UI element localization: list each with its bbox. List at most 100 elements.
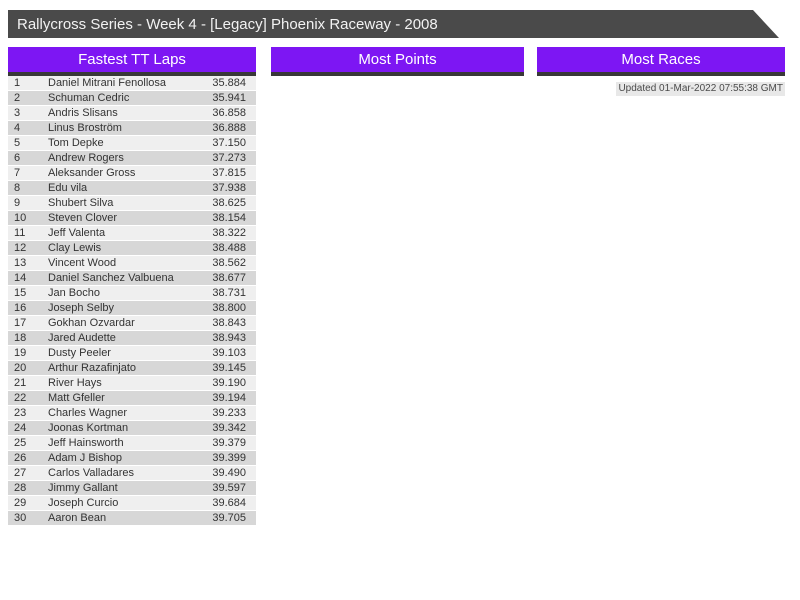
row-name: Tom Depke: [48, 137, 104, 149]
row-time: 39.190: [212, 377, 246, 389]
row-name: Matt Gfeller: [48, 392, 105, 404]
row-time: 37.273: [212, 152, 246, 164]
row-rank: 8: [14, 182, 21, 194]
row-time: 37.150: [212, 137, 246, 149]
row-rank: 17: [14, 317, 27, 329]
row-rank: 24: [14, 422, 27, 434]
row-time: 39.194: [212, 392, 246, 404]
table-row: 27 Carlos Valladares 39.490: [8, 466, 256, 481]
table-row: 14 Daniel Sanchez Valbuena 38.677: [8, 271, 256, 286]
table-row: 17 Gokhan Ozvardar 38.843: [8, 316, 256, 331]
table-row: 15 Jan Bocho 38.731: [8, 286, 256, 301]
tt-laps-table: 1 Daniel Mitrani Fenollosa 35.884 2 Schu…: [8, 76, 256, 526]
row-rank: 4: [14, 122, 21, 134]
row-time: 39.490: [212, 467, 246, 479]
row-rank: 29: [14, 497, 27, 509]
row-name: Gokhan Ozvardar: [48, 317, 135, 329]
row-rank: 9: [14, 197, 21, 209]
row-name: Dusty Peeler: [48, 347, 111, 359]
table-row: 4 Linus Broström 36.888: [8, 121, 256, 136]
row-name: Linus Broström: [48, 122, 122, 134]
row-rank: 1: [14, 77, 21, 89]
row-time: 39.233: [212, 407, 246, 419]
row-rank: 14: [14, 272, 27, 284]
row-time: 38.800: [212, 302, 246, 314]
table-row: 23 Charles Wagner 39.233: [8, 406, 256, 421]
row-rank: 28: [14, 482, 27, 494]
section-fastest-tt-laps: Fastest TT Laps 1 Daniel Mitrani Fenollo…: [8, 47, 256, 526]
row-name: Jeff Valenta: [48, 227, 106, 239]
row-rank: 25: [14, 437, 27, 449]
row-time: 39.705: [212, 512, 246, 524]
row-rank: 22: [14, 392, 27, 404]
row-time: 38.843: [212, 317, 246, 329]
row-time: 38.731: [212, 287, 246, 299]
table-row: 6 Andrew Rogers 37.273: [8, 151, 256, 166]
table-row: 29 Joseph Curcio 39.684: [8, 496, 256, 511]
row-time: 37.938: [212, 182, 246, 194]
row-name: Jimmy Gallant: [48, 482, 118, 494]
row-name: Steven Clover: [48, 212, 118, 224]
row-rank: 13: [14, 257, 27, 269]
row-name: Joseph Curcio: [48, 497, 119, 509]
table-row: 2 Schuman Cedric 35.941: [8, 91, 256, 106]
most-races-header-shadow: [537, 72, 785, 76]
row-name: Aleksander Gross: [48, 167, 136, 179]
row-name: River Hays: [48, 377, 102, 389]
row-rank: 16: [14, 302, 27, 314]
page-title: Rallycross Series - Week 4 - [Legacy] Ph…: [17, 15, 438, 33]
table-row: 9 Shubert Silva 38.625: [8, 196, 256, 211]
table-row: 18 Jared Audette 38.943: [8, 331, 256, 346]
table-row: 19 Dusty Peeler 39.103: [8, 346, 256, 361]
row-time: 37.815: [212, 167, 246, 179]
section-most-points: Most Points: [271, 47, 524, 76]
row-rank: 12: [14, 242, 27, 254]
row-name: Andrew Rogers: [48, 152, 124, 164]
row-name: Jared Audette: [48, 332, 116, 344]
row-time: 39.342: [212, 422, 246, 434]
row-rank: 19: [14, 347, 27, 359]
table-row: 12 Clay Lewis 38.488: [8, 241, 256, 256]
row-rank: 3: [14, 107, 21, 119]
table-row: 16 Joseph Selby 38.800: [8, 301, 256, 316]
row-name: Carlos Valladares: [48, 467, 135, 479]
table-row: 10 Steven Clover 38.154: [8, 211, 256, 226]
table-row: 13 Vincent Wood 38.562: [8, 256, 256, 271]
row-time: 38.943: [212, 332, 246, 344]
row-name: Shubert Silva: [48, 197, 114, 209]
row-name: Charles Wagner: [48, 407, 128, 419]
table-row: 28 Jimmy Gallant 39.597: [8, 481, 256, 496]
row-name: Edu vila: [48, 182, 88, 194]
row-name: Vincent Wood: [48, 257, 117, 269]
row-name: Jan Bocho: [48, 287, 100, 299]
row-time: 39.103: [212, 347, 246, 359]
table-row: 8 Edu vila 37.938: [8, 181, 256, 196]
row-rank: 5: [14, 137, 21, 149]
table-row: 20 Arthur Razafinjato 39.145: [8, 361, 256, 376]
table-row: 24 Joonas Kortman 39.342: [8, 421, 256, 436]
row-name: Schuman Cedric: [48, 92, 130, 104]
row-time: 39.379: [212, 437, 246, 449]
row-rank: 21: [14, 377, 27, 389]
row-name: Andris Slisans: [48, 107, 118, 119]
leaderboard-page: Rallycross Series - Week 4 - [Legacy] Ph…: [0, 0, 800, 600]
table-row: 30 Aaron Bean 39.705: [8, 511, 256, 526]
row-rank: 27: [14, 467, 27, 479]
table-row: 1 Daniel Mitrani Fenollosa 35.884: [8, 76, 256, 91]
row-name: Joonas Kortman: [48, 422, 129, 434]
row-time: 38.154: [212, 212, 246, 224]
row-time: 38.625: [212, 197, 246, 209]
page-title-bar: Rallycross Series - Week 4 - [Legacy] Ph…: [8, 10, 779, 38]
updated-timestamp: Updated 01-Mar-2022 07:55:38 GMT: [616, 82, 785, 96]
row-time: 39.597: [212, 482, 246, 494]
row-time: 39.145: [212, 362, 246, 374]
row-name: Aaron Bean: [48, 512, 107, 524]
row-name: Arthur Razafinjato: [48, 362, 137, 374]
row-rank: 15: [14, 287, 27, 299]
row-rank: 11: [14, 227, 26, 239]
row-time: 35.884: [212, 77, 246, 89]
most-points-header-shadow: [271, 72, 524, 76]
table-row: 21 River Hays 39.190: [8, 376, 256, 391]
table-row: 3 Andris Slisans 36.858: [8, 106, 256, 121]
row-time: 36.858: [212, 107, 246, 119]
